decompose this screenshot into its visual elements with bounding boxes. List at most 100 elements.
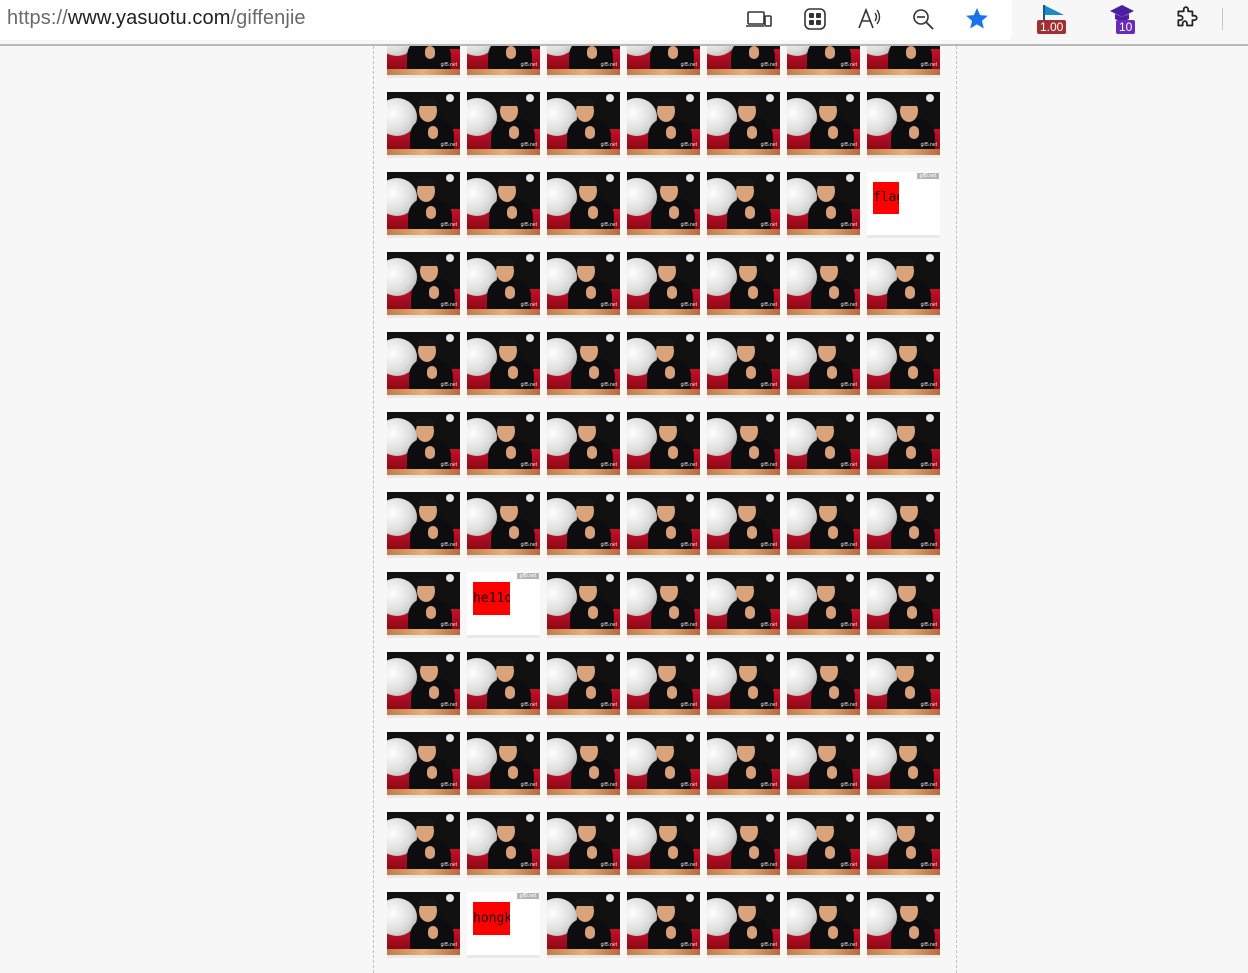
gif-frame[interactable]: gif5.net xyxy=(467,252,540,315)
gif-frame[interactable]: gif5.net xyxy=(867,92,940,155)
gif-frame[interactable]: gif5.net xyxy=(867,572,940,635)
gif-frame[interactable]: gif5.net he11o xyxy=(467,572,540,635)
gif-frame[interactable]: gif5.net xyxy=(387,492,460,555)
gif-frame[interactable]: gif5.net xyxy=(627,732,700,795)
gif-frame[interactable]: gif5.net xyxy=(787,572,860,635)
gif-frame[interactable]: gif5.net xyxy=(787,332,860,395)
extension-flag-icon[interactable]: 1.00 xyxy=(1036,2,1072,38)
gif-frame[interactable]: gif5.net xyxy=(867,412,940,475)
gif-frame[interactable]: gif5.net xyxy=(787,252,860,315)
address-bar[interactable]: https://www.yasuotu.com/giffenjie xyxy=(0,0,1012,40)
gif-frame[interactable]: gif5.net xyxy=(787,652,860,715)
gif-frame[interactable]: gif5.net xyxy=(467,812,540,875)
gif-frame[interactable]: gif5.net xyxy=(547,572,620,635)
gif-frame[interactable]: gif5.net xyxy=(547,412,620,475)
gif-frame[interactable]: gif5.net xyxy=(387,812,460,875)
gif-frame[interactable]: gif5.net xyxy=(707,572,780,635)
gif-frame[interactable]: gif5.net xyxy=(787,492,860,555)
gif-frame[interactable]: gif5.net xyxy=(707,172,780,235)
gif-frame[interactable]: gif5.net xyxy=(867,332,940,395)
gif-frame[interactable]: gif5.net xyxy=(707,812,780,875)
gif-frame[interactable]: gif5.net xyxy=(387,46,460,75)
gif-frame[interactable]: gif5.net xyxy=(627,92,700,155)
gif-frame[interactable]: gif5.net xyxy=(467,332,540,395)
gif-frame[interactable]: gif5.net xyxy=(467,652,540,715)
gif-frame[interactable]: gif5.net xyxy=(787,812,860,875)
zoom-out-icon[interactable] xyxy=(908,4,938,34)
gif-frame[interactable]: gif5.net xyxy=(547,92,620,155)
gif-frame[interactable]: gif5.net xyxy=(627,46,700,75)
url-text[interactable]: https://www.yasuotu.com/giffenjie xyxy=(7,6,306,30)
frame-watermark: gif5.net xyxy=(600,382,617,388)
gif-frame[interactable]: gif5.net xyxy=(867,492,940,555)
gif-frame[interactable]: gif5.net xyxy=(707,412,780,475)
extensions-puzzle-icon[interactable] xyxy=(1172,4,1202,34)
gif-frame[interactable]: gif5.net xyxy=(467,412,540,475)
gif-frame[interactable]: gif5.net xyxy=(547,812,620,875)
gif-frame[interactable]: gif5.net xyxy=(627,812,700,875)
gif-frame[interactable]: gif5.net xyxy=(387,332,460,395)
gif-frame[interactable]: gif5.net xyxy=(547,332,620,395)
desk xyxy=(547,789,620,795)
gif-frame[interactable]: gif5.net xyxy=(387,172,460,235)
gif-frame[interactable]: gif5.net xyxy=(467,492,540,555)
gif-frame[interactable]: gif5.net xyxy=(787,412,860,475)
gif-frame[interactable]: gif5.net xyxy=(867,812,940,875)
gif-frame[interactable]: gif5.net flag{ xyxy=(867,172,940,235)
extension-graduation-cap-icon[interactable]: 10 xyxy=(1106,2,1142,38)
gif-frame[interactable]: gif5.net xyxy=(787,46,860,75)
gif-frame[interactable]: gif5.net xyxy=(707,252,780,315)
gif-frame[interactable]: gif5.net xyxy=(627,892,700,955)
gif-frame[interactable]: gif5.net xyxy=(787,92,860,155)
gif-frame[interactable]: gif5.net xyxy=(467,92,540,155)
gif-frame[interactable]: gif5.net hongke} xyxy=(467,892,540,955)
gif-frame[interactable]: gif5.net xyxy=(387,572,460,635)
gif-frame[interactable]: gif5.net xyxy=(387,892,460,955)
gif-frame[interactable]: gif5.net xyxy=(627,332,700,395)
gif-frame[interactable]: gif5.net xyxy=(627,492,700,555)
gif-frame[interactable]: gif5.net xyxy=(867,252,940,315)
gif-frame[interactable]: gif5.net xyxy=(547,46,620,75)
gif-frame[interactable]: gif5.net xyxy=(867,732,940,795)
gif-frame[interactable]: gif5.net xyxy=(627,652,700,715)
gif-frame[interactable]: gif5.net xyxy=(867,46,940,75)
gif-frame[interactable]: gif5.net xyxy=(627,252,700,315)
device-icon[interactable] xyxy=(744,4,774,34)
gif-frame[interactable]: gif5.net xyxy=(547,652,620,715)
gif-frame[interactable]: gif5.net xyxy=(787,892,860,955)
gif-frame[interactable]: gif5.net xyxy=(547,172,620,235)
gif-frame[interactable]: gif5.net xyxy=(627,412,700,475)
gif-frame[interactable]: gif5.net xyxy=(387,652,460,715)
gif-frame[interactable]: gif5.net xyxy=(867,892,940,955)
apps-icon[interactable] xyxy=(800,4,830,34)
gif-frame[interactable]: gif5.net xyxy=(707,652,780,715)
person-hair xyxy=(737,98,757,106)
gif-frame[interactable]: gif5.net xyxy=(467,732,540,795)
gif-frame[interactable]: gif5.net xyxy=(787,732,860,795)
gif-frame[interactable]: gif5.net xyxy=(547,492,620,555)
gif-frame[interactable]: gif5.net xyxy=(467,46,540,75)
favorite-star-icon[interactable] xyxy=(962,4,992,34)
frame-image: gif5.net xyxy=(627,572,700,635)
gif-frame[interactable]: gif5.net xyxy=(467,172,540,235)
gif-frame[interactable]: gif5.net xyxy=(627,572,700,635)
gif-frame[interactable]: gif5.net xyxy=(867,652,940,715)
gif-frame[interactable]: gif5.net xyxy=(787,172,860,235)
gif-frame[interactable]: gif5.net xyxy=(547,892,620,955)
gif-frame[interactable]: gif5.net xyxy=(707,332,780,395)
gif-frame[interactable]: gif5.net xyxy=(387,732,460,795)
gif-frame[interactable]: gif5.net xyxy=(387,412,460,475)
gif-frame[interactable]: gif5.net xyxy=(707,732,780,795)
gif-frame[interactable]: gif5.net xyxy=(387,252,460,315)
gif-frame[interactable]: gif5.net xyxy=(707,892,780,955)
gif-frame[interactable]: gif5.net xyxy=(627,172,700,235)
gif-frame[interactable]: gif5.net xyxy=(547,252,620,315)
gif-frame[interactable]: gif5.net xyxy=(547,732,620,795)
read-aloud-icon[interactable] xyxy=(854,4,884,34)
gif-frame[interactable]: gif5.net xyxy=(707,492,780,555)
gif-frame[interactable]: gif5.net xyxy=(387,92,460,155)
logo-dot xyxy=(606,574,614,582)
gif-frame[interactable]: gif5.net xyxy=(707,46,780,75)
person-hand xyxy=(667,286,677,299)
gif-frame[interactable]: gif5.net xyxy=(707,92,780,155)
